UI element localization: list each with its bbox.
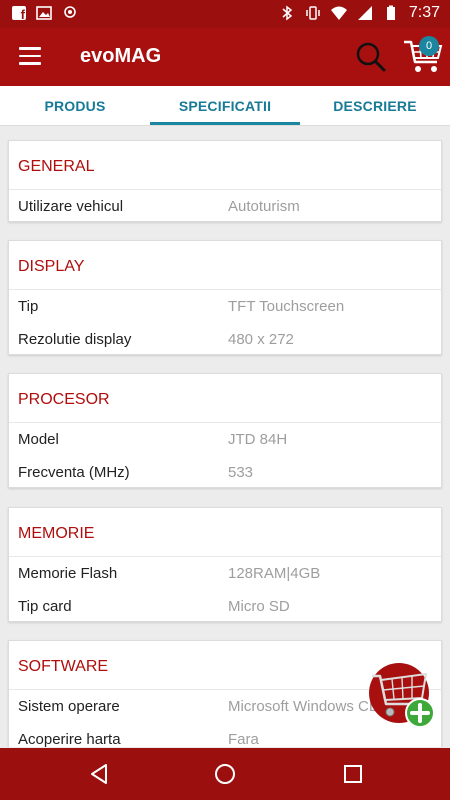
spec-row: Tip TFT Touchscreen [18, 298, 433, 318]
spec-label: Rezolutie display [18, 331, 132, 348]
section-title: PROCESOR [18, 391, 110, 408]
search-icon[interactable] [355, 41, 387, 73]
spec-value: Micro SD [228, 598, 290, 615]
navigation-bar [0, 748, 450, 800]
signal-icon [357, 6, 372, 20]
section-title: GENERAL [18, 158, 95, 175]
section-title: DISPLAY [18, 258, 85, 275]
spec-label: Model [18, 431, 59, 448]
section-memorie: MEMORIE Memorie Flash 128RAM|4GB Tip car… [8, 507, 442, 622]
facebook-icon [12, 6, 26, 22]
battery-icon [386, 5, 395, 20]
spec-row: Tip card Micro SD [18, 598, 433, 618]
wifi-icon [330, 6, 347, 20]
app-bar: evoMAG [0, 28, 450, 86]
tab-produs[interactable]: PRODUS [0, 86, 150, 125]
back-icon[interactable] [87, 762, 111, 786]
spec-value: TFT Touchscreen [228, 298, 345, 315]
spec-row: Memorie Flash 128RAM|4GB [18, 565, 433, 585]
section-title: SOFTWARE [18, 658, 109, 675]
spec-label: Utilizare vehicul [18, 198, 124, 215]
menu-icon[interactable] [19, 47, 41, 65]
spec-value: 128RAM|4GB [228, 565, 321, 582]
divider [9, 422, 441, 423]
section-procesor: PROCESOR Model JTD 84H Frecventa (MHz) 5… [8, 373, 442, 488]
section-display: DISPLAY Tip TFT Touchscreen Rezolutie di… [8, 240, 442, 355]
spec-value: Microsoft Windows CE [228, 698, 379, 715]
divider [9, 556, 441, 557]
spec-value: Fara [228, 731, 259, 747]
spec-row: Utilizare vehicul Autoturism [18, 198, 433, 218]
spec-value: 533 [228, 464, 254, 481]
tab-descriere[interactable]: DESCRIERE [300, 86, 450, 125]
tab-specificatii[interactable]: SPECIFICATII [150, 86, 300, 125]
spec-label: Tip [18, 298, 39, 315]
vibrate-icon [306, 6, 320, 20]
spec-value: 480 x 272 [228, 331, 294, 348]
spec-label: Frecventa (MHz) [18, 464, 130, 481]
spec-row: Model JTD 84H [18, 431, 433, 451]
location-icon [64, 6, 76, 18]
divider [9, 189, 441, 190]
bluetooth-icon [282, 5, 293, 21]
divider [9, 289, 441, 290]
section-title: MEMORIE [18, 525, 95, 542]
spec-label: Memorie Flash [18, 565, 118, 582]
spec-value: Autoturism [228, 198, 300, 215]
spec-label: Acoperire harta [18, 731, 121, 747]
spec-value: JTD 84H [228, 431, 288, 448]
clock: 7:37 [408, 4, 440, 21]
cart-count-badge: 0 [419, 36, 439, 56]
recent-apps-icon[interactable] [341, 762, 365, 786]
spec-row: Frecventa (MHz) 533 [18, 464, 433, 484]
section-general: GENERAL Utilizare vehicul Autoturism [8, 140, 442, 222]
spec-row: Acoperire harta Fara [18, 731, 433, 747]
spec-label: Sistem operare [18, 698, 120, 715]
image-icon [36, 6, 52, 20]
app-title: evoMAG [80, 45, 162, 67]
tab-bar: PRODUS SPECIFICATII DESCRIERE [0, 86, 450, 126]
add-to-cart-button[interactable] [366, 660, 438, 732]
spec-row: Rezolutie display 480 x 272 [18, 331, 433, 351]
home-icon[interactable] [213, 762, 237, 786]
specifications-list[interactable]: GENERAL Utilizare vehicul Autoturism DIS… [0, 127, 450, 747]
status-bar: 7:37 [0, 0, 450, 28]
spec-label: Tip card [18, 598, 72, 615]
